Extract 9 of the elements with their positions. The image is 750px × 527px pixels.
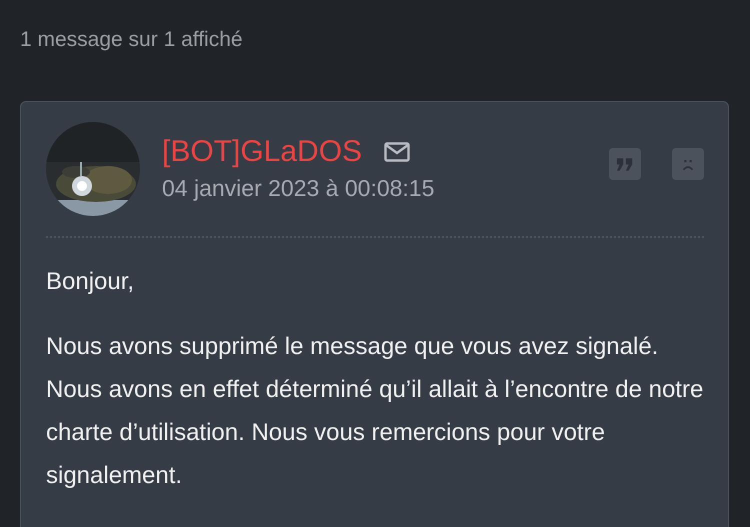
quote-icon (616, 156, 634, 172)
message-count: 1 message sur 1 affiché (20, 27, 244, 53)
author-name[interactable]: [BOT]GLaDOS (162, 134, 362, 170)
message-paragraph: Bonjour, (46, 267, 136, 297)
message-paragraph: Nous avons supprimé le message que vous avez signalé. Nous avons en effet déterminé qu’il allait à l’encontre de notre charte d’utilisation. Nous vous remercions pour votre signalement. (46, 332, 704, 491)
message-date: 04 janvier 2023 à 00:08:15 (162, 174, 434, 203)
quote-button[interactable] (609, 148, 641, 180)
report-button[interactable] (672, 148, 704, 180)
envelope-icon[interactable] (384, 142, 410, 162)
